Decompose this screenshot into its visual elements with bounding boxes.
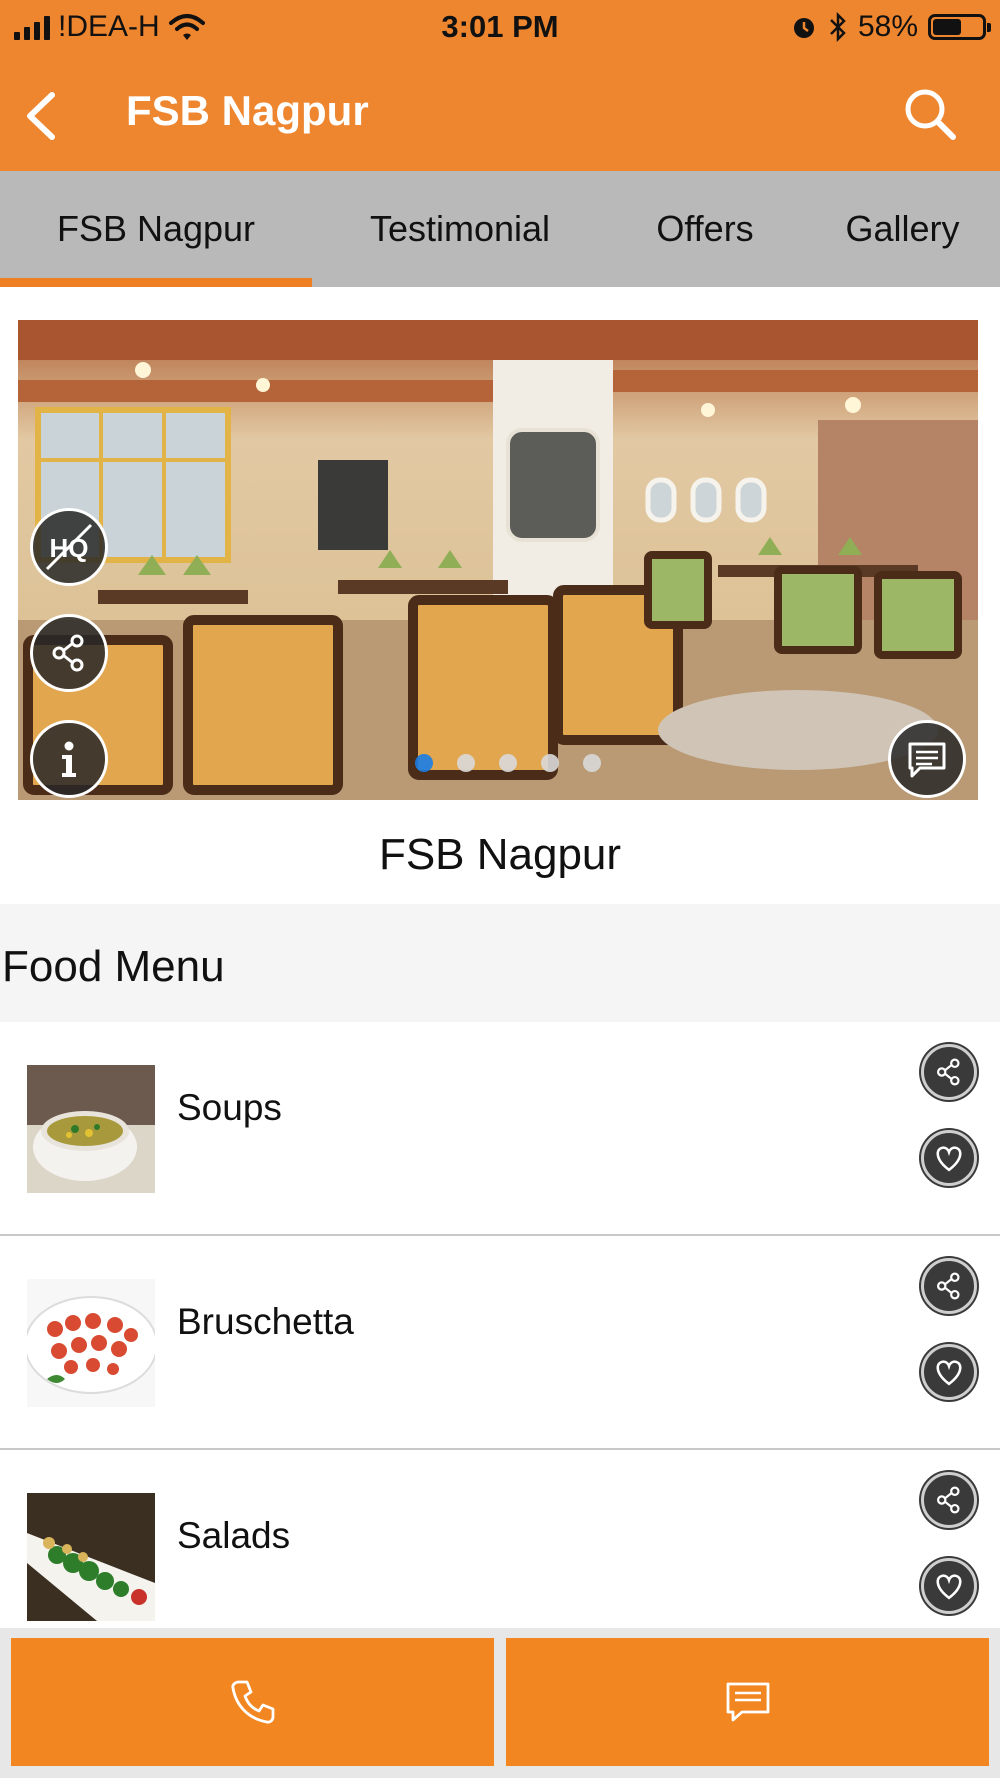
carousel-dot[interactable]	[415, 754, 433, 772]
chevron-left-icon	[27, 92, 55, 140]
tab-bar: FSB Nagpur Testimonial Offers Gallery	[0, 171, 1000, 287]
salad-thumbnail	[27, 1493, 155, 1621]
hero-carousel[interactable]: HQ	[18, 320, 978, 800]
item-share-button[interactable]	[921, 1044, 977, 1100]
heart-icon	[936, 1574, 962, 1600]
carousel-dot[interactable]	[457, 754, 475, 772]
message-icon	[726, 1682, 769, 1722]
bluetooth-icon	[830, 12, 846, 42]
list-item-label: Soups	[177, 1087, 282, 1128]
carousel-dot[interactable]	[583, 754, 601, 772]
item-share-button[interactable]	[921, 1258, 977, 1314]
message-button[interactable]	[506, 1638, 989, 1766]
heart-icon	[936, 1360, 962, 1386]
status-right: 58%	[790, 10, 991, 44]
hq-toggle-button[interactable]: HQ	[30, 508, 108, 586]
battery-level	[933, 19, 961, 35]
battery-icon	[928, 14, 991, 40]
tab-testimonial[interactable]: Testimonial	[332, 171, 588, 287]
search-button[interactable]	[900, 85, 960, 145]
nav-bar: FSB Nagpur	[0, 55, 1000, 171]
list-item[interactable]: Bruschetta	[0, 1236, 1000, 1450]
share-icon	[937, 1272, 960, 1300]
bottom-action-bar	[0, 1628, 1000, 1778]
search-icon	[905, 89, 956, 140]
back-button[interactable]	[14, 85, 74, 145]
place-title: FSB Nagpur	[378, 830, 622, 879]
status-bar: !DEA-H 3:01 PM 58%	[0, 0, 1000, 55]
hq-icon: HQ	[45, 523, 93, 571]
call-button[interactable]	[11, 1638, 494, 1766]
section-title: Food Menu	[2, 942, 225, 991]
list-item-label: Salads	[177, 1515, 291, 1556]
carousel-dot[interactable]	[541, 754, 559, 772]
list-item-label: Bruschetta	[177, 1301, 354, 1342]
carousel-dots	[18, 754, 978, 772]
item-share-button[interactable]	[921, 1472, 977, 1528]
item-favorite-button[interactable]	[921, 1130, 977, 1186]
hero-share-button[interactable]	[30, 614, 108, 692]
bruschetta-thumbnail	[27, 1279, 155, 1407]
food-menu-list: Soups Bruschetta Salads	[0, 1022, 1000, 1664]
carousel-dot[interactable]	[499, 754, 517, 772]
share-icon	[937, 1486, 960, 1514]
heart-icon	[936, 1146, 962, 1172]
alarm-icon	[793, 18, 814, 38]
battery-percent: 58%	[857, 10, 918, 43]
share-icon	[937, 1058, 960, 1086]
item-favorite-button[interactable]	[921, 1558, 977, 1614]
phone-icon	[230, 1680, 274, 1724]
tab-offers[interactable]: Offers	[620, 171, 790, 287]
list-item[interactable]: Soups	[0, 1022, 1000, 1236]
page-title: FSB Nagpur	[126, 87, 369, 134]
soup-thumbnail	[27, 1065, 155, 1193]
share-icon	[52, 634, 84, 672]
restaurant-photo	[18, 320, 978, 800]
tab-fsb-nagpur[interactable]: FSB Nagpur	[0, 171, 312, 287]
tab-gallery[interactable]: Gallery	[820, 171, 985, 287]
food-menu-header: Food Menu	[0, 904, 1000, 1022]
item-favorite-button[interactable]	[921, 1344, 977, 1400]
